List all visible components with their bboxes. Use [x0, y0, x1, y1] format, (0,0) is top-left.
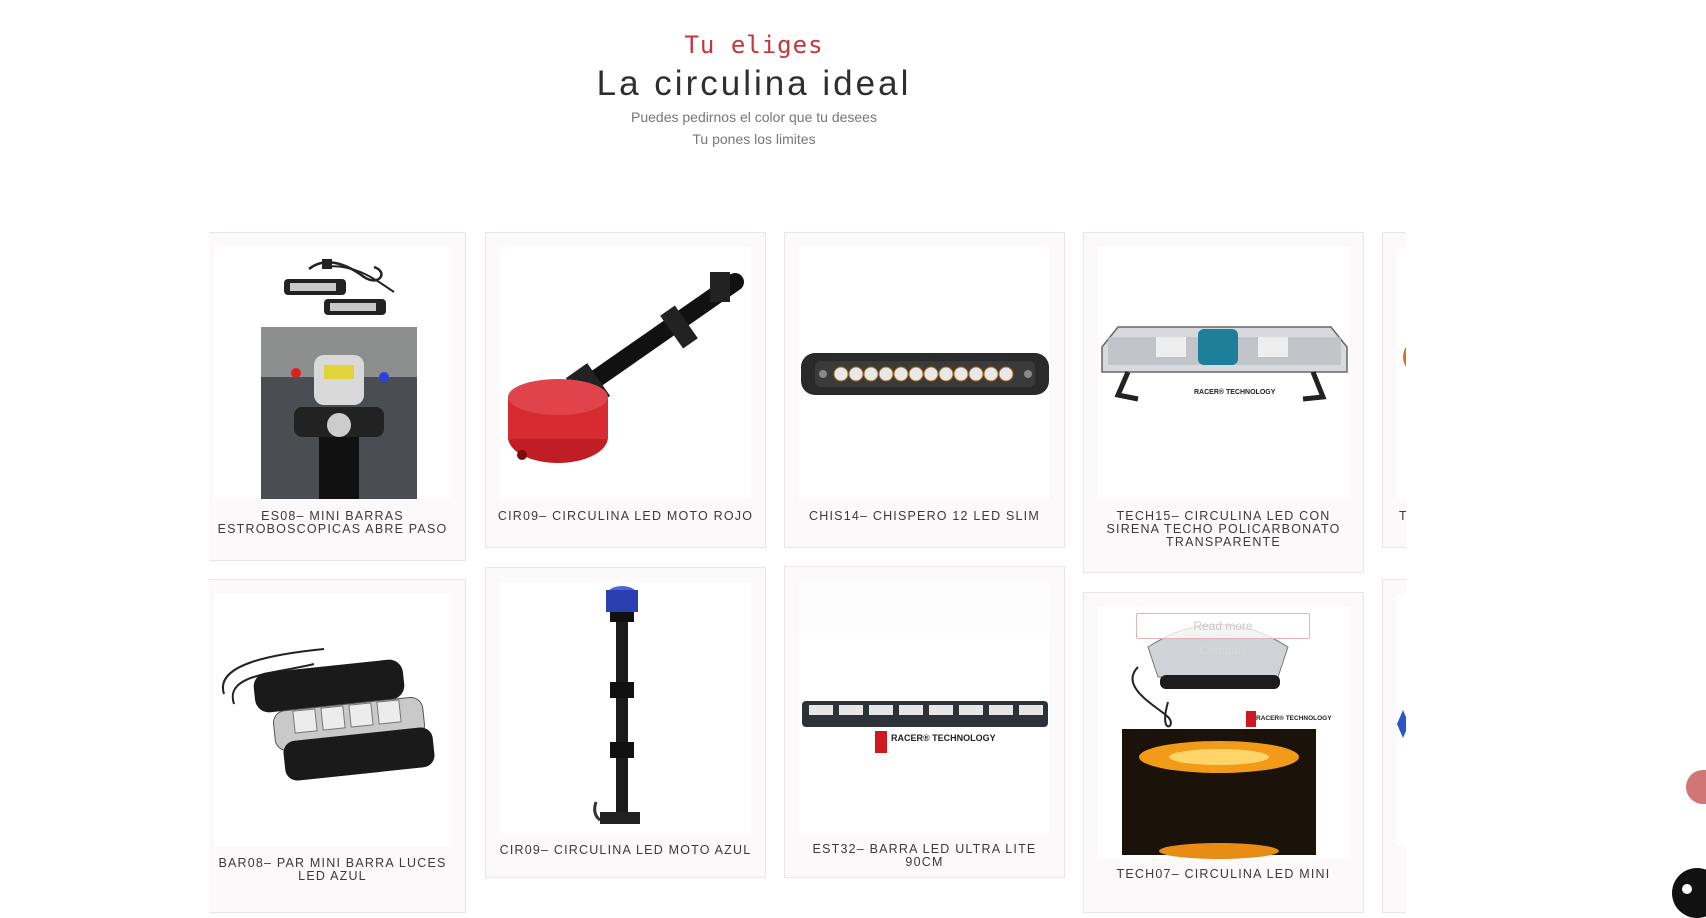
chat-widget-button[interactable] — [1672, 868, 1706, 918]
blue-beacon-pole-icon — [593, 586, 640, 824]
product-card[interactable]: ES08– MINI BARRAS ESTROBOSCOPICAS ABRE P… — [209, 232, 466, 561]
product-card[interactable]: BAR08– PAR MINI BARRA LUCES LED AZUL — [209, 579, 466, 913]
amber-beacon-icon — [1403, 347, 1406, 367]
product-card[interactable] — [1382, 579, 1406, 913]
product-image[interactable]: RACER® TECHNOLOGY — [799, 581, 1050, 833]
product-title[interactable]: CIR09– CIRCULINA LED MOTO ROJO — [494, 510, 757, 523]
product-card[interactable]: RACER® TECHNOLOGY EST32– BARRA LED ULTRA… — [784, 566, 1065, 878]
chat-icon — [1682, 884, 1692, 894]
product-card[interactable]: CHIS14– CHISPERO 12 LED SLIM — [784, 232, 1065, 548]
mini-led-bars-pair-icon — [221, 648, 435, 781]
product-card[interactable]: CIR09– CIRCULINA LED MOTO ROJO — [485, 232, 766, 548]
product-image[interactable] — [214, 594, 451, 846]
product-title[interactable]: CIR09– CIRCULINA LED MOTO AZUL — [494, 844, 757, 857]
section-header: Tu eliges La circulina ideal Puedes pedi… — [0, 28, 1706, 150]
product-title[interactable]: T — [1399, 510, 1406, 523]
product-image[interactable] — [1397, 247, 1406, 499]
brand-logo: RACER® TECHNOLOGY — [1256, 715, 1332, 722]
product-card[interactable]: RACER® TECHNOLOGY Read more Compare TECH… — [1083, 592, 1364, 913]
mini-beacon-photo — [1122, 624, 1316, 859]
product-card[interactable]: CIR09– CIRCULINA LED MOTO AZUL — [485, 567, 766, 878]
product-card[interactable]: T — [1382, 232, 1406, 548]
product-carousel: ES08– MINI BARRAS ESTROBOSCOPICAS ABRE P… — [209, 232, 1406, 913]
product-title[interactable]: TECH15– CIRCULINA LED CON SIRENA TECHO P… — [1092, 510, 1355, 549]
chat-tab[interactable] — [1686, 770, 1706, 804]
product-title[interactable]: TECH07– CIRCULINA LED MINI — [1092, 868, 1355, 881]
product-title[interactable]: CHIS14– CHISPERO 12 LED SLIM — [793, 510, 1056, 523]
section-title: La circulina ideal — [596, 64, 912, 103]
product-title[interactable]: EST32– BARRA LED ULTRA LITE 90CM — [793, 843, 1056, 869]
product-title[interactable]: BAR08– PAR MINI BARRA LUCES LED AZUL — [209, 857, 457, 883]
read-more-button[interactable]: Read more — [1136, 613, 1310, 639]
product-title[interactable]: ES08– MINI BARRAS ESTROBOSCOPICAS ABRE P… — [209, 510, 457, 536]
product-image[interactable] — [799, 247, 1050, 499]
brand-logo: RACER® TECHNOLOGY — [1194, 389, 1276, 396]
section-eyebrow: Tu eliges — [684, 31, 824, 59]
product-image[interactable] — [214, 247, 451, 499]
section-subtitle-1: Puedes pedirnos el color que tu desees — [631, 109, 877, 125]
product-image[interactable] — [500, 247, 751, 499]
section-subtitle-2: Tu pones los limites — [692, 131, 816, 147]
police-motorcycle-photo — [261, 327, 417, 499]
blue-light-icon — [1397, 710, 1406, 738]
strobe-bars-icon — [284, 259, 395, 315]
product-image[interactable] — [1397, 594, 1406, 846]
led-strobe-bar-icon — [801, 353, 1049, 395]
product-card[interactable]: RACER® TECHNOLOGY TECH15– CIRCULINA LED … — [1083, 232, 1364, 573]
product-image[interactable]: RACER® TECHNOLOGY — [1098, 247, 1349, 499]
red-beacon-motorcycle-icon — [508, 272, 744, 463]
compare-link[interactable]: Compare — [1174, 643, 1274, 657]
ultra-lite-led-bar-icon — [799, 581, 1050, 753]
product-image[interactable] — [500, 582, 751, 834]
brand-logo: RACER® TECHNOLOGY — [891, 733, 996, 743]
